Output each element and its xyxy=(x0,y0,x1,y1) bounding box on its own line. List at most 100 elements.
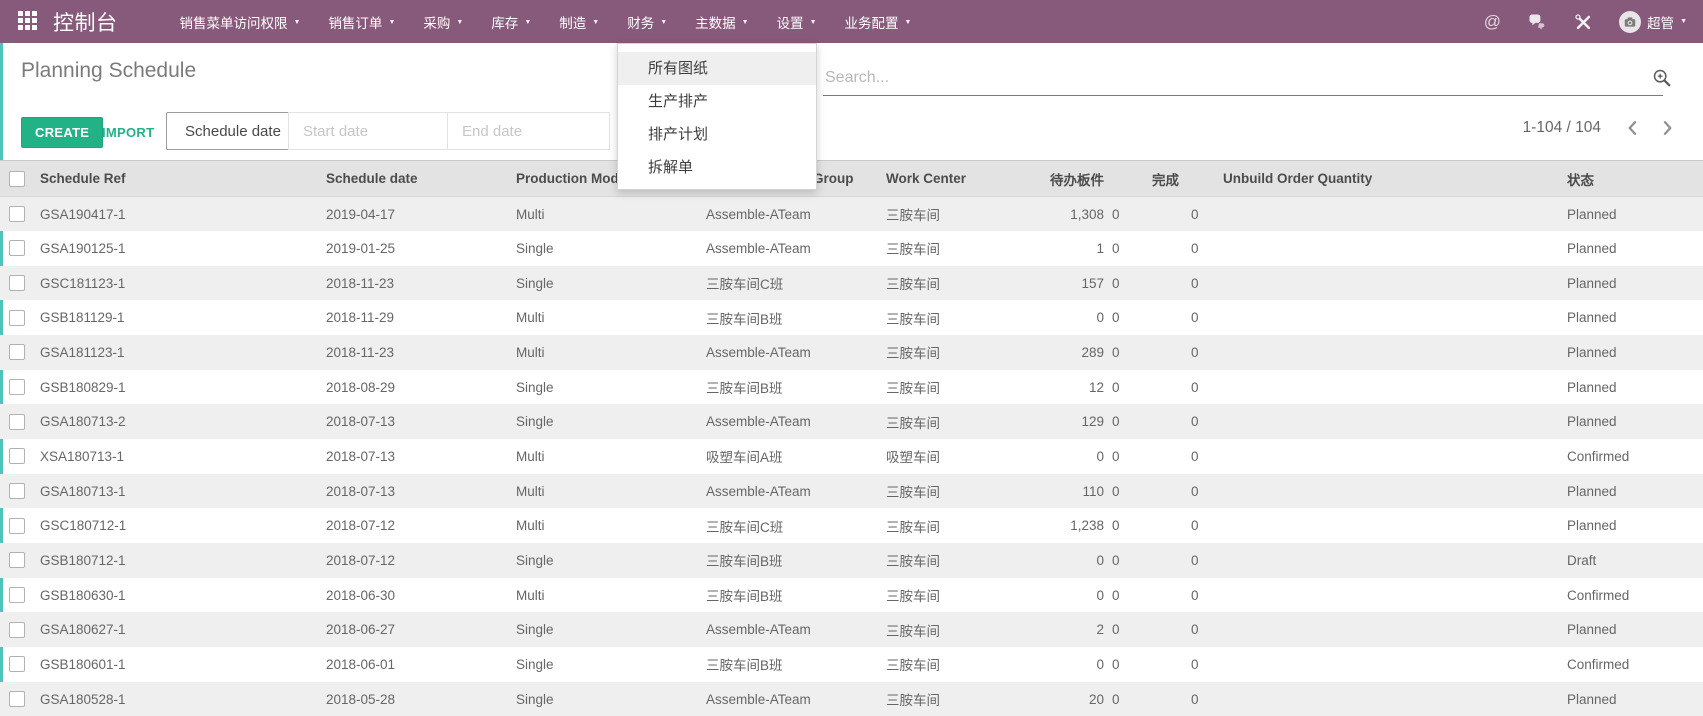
cell-work-center: 三胺车间 xyxy=(880,474,1030,509)
cell-unbuild: 0 xyxy=(1185,578,1555,613)
top-menu-item[interactable]: 财务▼ xyxy=(627,12,667,32)
table-row[interactable]: GSB180601-12018-06-01Single三胺车间B班三胺车间000… xyxy=(0,647,1703,682)
table-row[interactable]: XSA180713-12018-07-13Multi吸塑车间A班吸塑车间000C… xyxy=(0,439,1703,474)
row-checkbox-cell xyxy=(0,370,34,405)
cell-mode: Single xyxy=(510,370,700,405)
cell-mode: Single xyxy=(510,231,700,266)
manufacturing-dropdown-item[interactable]: 生产排产 xyxy=(618,85,816,118)
top-menu-item[interactable]: 制造▼ xyxy=(559,12,599,32)
row-checkbox[interactable] xyxy=(9,622,25,638)
row-checkbox[interactable] xyxy=(9,552,25,568)
row-checkbox[interactable] xyxy=(9,448,25,464)
select-all-checkbox[interactable] xyxy=(9,171,25,187)
developer-tools-icon[interactable] xyxy=(1573,12,1593,32)
table-row[interactable]: GSA180713-22018-07-13SingleAssemble-ATea… xyxy=(0,404,1703,439)
table-row[interactable]: GSA181123-12018-11-23MultiAssemble-ATeam… xyxy=(0,335,1703,370)
topbar: 控制台 销售菜单访问权限▼销售订单▼采购▼库存▼制造▼财务▼主数据▼设置▼业务配… xyxy=(0,0,1703,43)
row-checkbox[interactable] xyxy=(9,310,25,326)
row-checkbox[interactable] xyxy=(9,414,25,430)
messages-icon[interactable] xyxy=(1527,12,1547,32)
app-title[interactable]: 控制台 xyxy=(53,7,118,37)
cell-group: Assemble-ATeam xyxy=(700,197,880,232)
table-row[interactable]: GSA180528-12018-05-28SingleAssemble-ATea… xyxy=(0,682,1703,716)
cell-date: 2018-06-01 xyxy=(320,647,510,682)
row-checkbox[interactable] xyxy=(9,587,25,603)
row-checkbox[interactable] xyxy=(9,240,25,256)
pager-previous-button[interactable] xyxy=(1623,118,1643,138)
row-checkbox[interactable] xyxy=(9,656,25,672)
top-menu-item[interactable]: 销售菜单访问权限▼ xyxy=(180,12,301,32)
manufacturing-dropdown-item[interactable]: 排产计划 xyxy=(618,118,816,151)
top-menu-item[interactable]: 设置▼ xyxy=(777,12,817,32)
manufacturing-dropdown-item[interactable]: 所有图纸 xyxy=(618,52,816,85)
top-menu-label: 库存 xyxy=(491,12,518,32)
table-row[interactable]: GSB181129-12018-11-29Multi三胺车间B班三胺车间000P… xyxy=(0,300,1703,335)
end-date-input[interactable] xyxy=(447,112,610,150)
cell-pending: 1,238 xyxy=(1030,508,1110,543)
top-menus: 销售菜单访问权限▼销售订单▼采购▼库存▼制造▼财务▼主数据▼设置▼业务配置▼ xyxy=(180,0,940,43)
top-menu-item[interactable]: 业务配置▼ xyxy=(845,12,912,32)
top-menu-item[interactable]: 库存▼ xyxy=(491,12,531,32)
cell-pending: 12 xyxy=(1030,370,1110,405)
cell-mode: Single xyxy=(510,682,700,716)
import-button[interactable]: IMPORT xyxy=(102,117,154,148)
row-checkbox[interactable] xyxy=(9,275,25,291)
column-header[interactable]: Work Center xyxy=(880,161,1030,197)
page-title: Planning Schedule xyxy=(21,59,196,83)
cell-group: 三胺车间B班 xyxy=(700,647,880,682)
main-content: Planning Schedule CREATE IMPORT Schedule… xyxy=(0,43,1703,716)
cell-group: 三胺车间B班 xyxy=(700,370,880,405)
mentions-icon[interactable]: @ xyxy=(1484,12,1501,32)
top-menu-item[interactable]: 销售订单▼ xyxy=(328,12,395,32)
top-menu-label: 采购 xyxy=(423,12,450,32)
row-checkbox[interactable] xyxy=(9,691,25,707)
cell-unbuild: 0 xyxy=(1185,682,1555,716)
column-header[interactable]: Schedule Ref xyxy=(34,161,320,197)
table-row[interactable]: GSA180627-12018-06-27SingleAssemble-ATea… xyxy=(0,612,1703,647)
create-button[interactable]: CREATE xyxy=(21,117,103,148)
cell-unbuild: 0 xyxy=(1185,508,1555,543)
row-checkbox[interactable] xyxy=(9,483,25,499)
table-row[interactable]: GSA190417-12019-04-17MultiAssemble-ATeam… xyxy=(0,197,1703,232)
cell-date: 2018-06-30 xyxy=(320,578,510,613)
table-row[interactable]: GSC180712-12018-07-12Multi三胺车间C班三胺车间1,23… xyxy=(0,508,1703,543)
start-date-input[interactable] xyxy=(288,112,448,150)
search-input[interactable] xyxy=(823,65,1663,96)
top-menu-item[interactable]: 采购▼ xyxy=(423,12,463,32)
cell-work-center: 三胺车间 xyxy=(880,682,1030,716)
column-header[interactable]: Schedule date xyxy=(320,161,510,197)
table-row[interactable]: GSB180630-12018-06-30Multi三胺车间B班三胺车间000C… xyxy=(0,578,1703,613)
column-header[interactable]: 状态 xyxy=(1555,161,1703,197)
column-header[interactable]: 完成 xyxy=(1110,161,1185,197)
row-checkbox[interactable] xyxy=(9,518,25,534)
user-menu[interactable]: 超管 ▼ xyxy=(1619,11,1687,33)
cell-date: 2019-01-25 xyxy=(320,231,510,266)
cell-group: Assemble-ATeam xyxy=(700,231,880,266)
row-checkbox-cell xyxy=(0,197,34,232)
search-icon[interactable] xyxy=(1651,67,1673,89)
cell-ref: XSA180713-1 xyxy=(34,439,320,474)
row-checkbox[interactable] xyxy=(9,206,25,222)
table-row[interactable]: GSB180829-12018-08-29Single三胺车间B班三胺车间120… xyxy=(0,370,1703,405)
table-row[interactable]: GSA180713-12018-07-13MultiAssemble-ATeam… xyxy=(0,474,1703,509)
cell-unbuild: 0 xyxy=(1185,474,1555,509)
cell-ref: GSC181123-1 xyxy=(34,266,320,301)
chevron-down-icon: ▼ xyxy=(592,19,599,26)
apps-grid-icon[interactable] xyxy=(18,11,40,33)
schedule-date-filter-button[interactable]: Schedule date xyxy=(166,112,300,150)
row-checkbox[interactable] xyxy=(9,344,25,360)
row-checkbox-cell xyxy=(0,682,34,716)
column-header[interactable]: Unbuild Order Quantity xyxy=(1185,161,1555,197)
top-menu-item[interactable]: 主数据▼ xyxy=(695,12,748,32)
table-header-row: Schedule RefSchedule dateProduction Mode… xyxy=(0,161,1703,197)
table-row[interactable]: GSA190125-12019-01-25SingleAssemble-ATea… xyxy=(0,231,1703,266)
manufacturing-dropdown-item[interactable]: 拆解单 xyxy=(618,151,816,184)
column-header[interactable]: 待办板件 xyxy=(1030,161,1110,197)
pager-next-button[interactable] xyxy=(1657,118,1677,138)
table-row[interactable]: GSC181123-12018-11-23Single三胺车间C班三胺车间157… xyxy=(0,266,1703,301)
table-row[interactable]: GSB180712-12018-07-12Single三胺车间B班三胺车间000… xyxy=(0,543,1703,578)
control-panel: Planning Schedule CREATE IMPORT Schedule… xyxy=(3,43,1703,160)
cell-mode: Multi xyxy=(510,578,700,613)
row-checkbox[interactable] xyxy=(9,379,25,395)
manufacturing-dropdown-menu: 所有图纸生产排产排产计划拆解单 xyxy=(617,43,817,190)
